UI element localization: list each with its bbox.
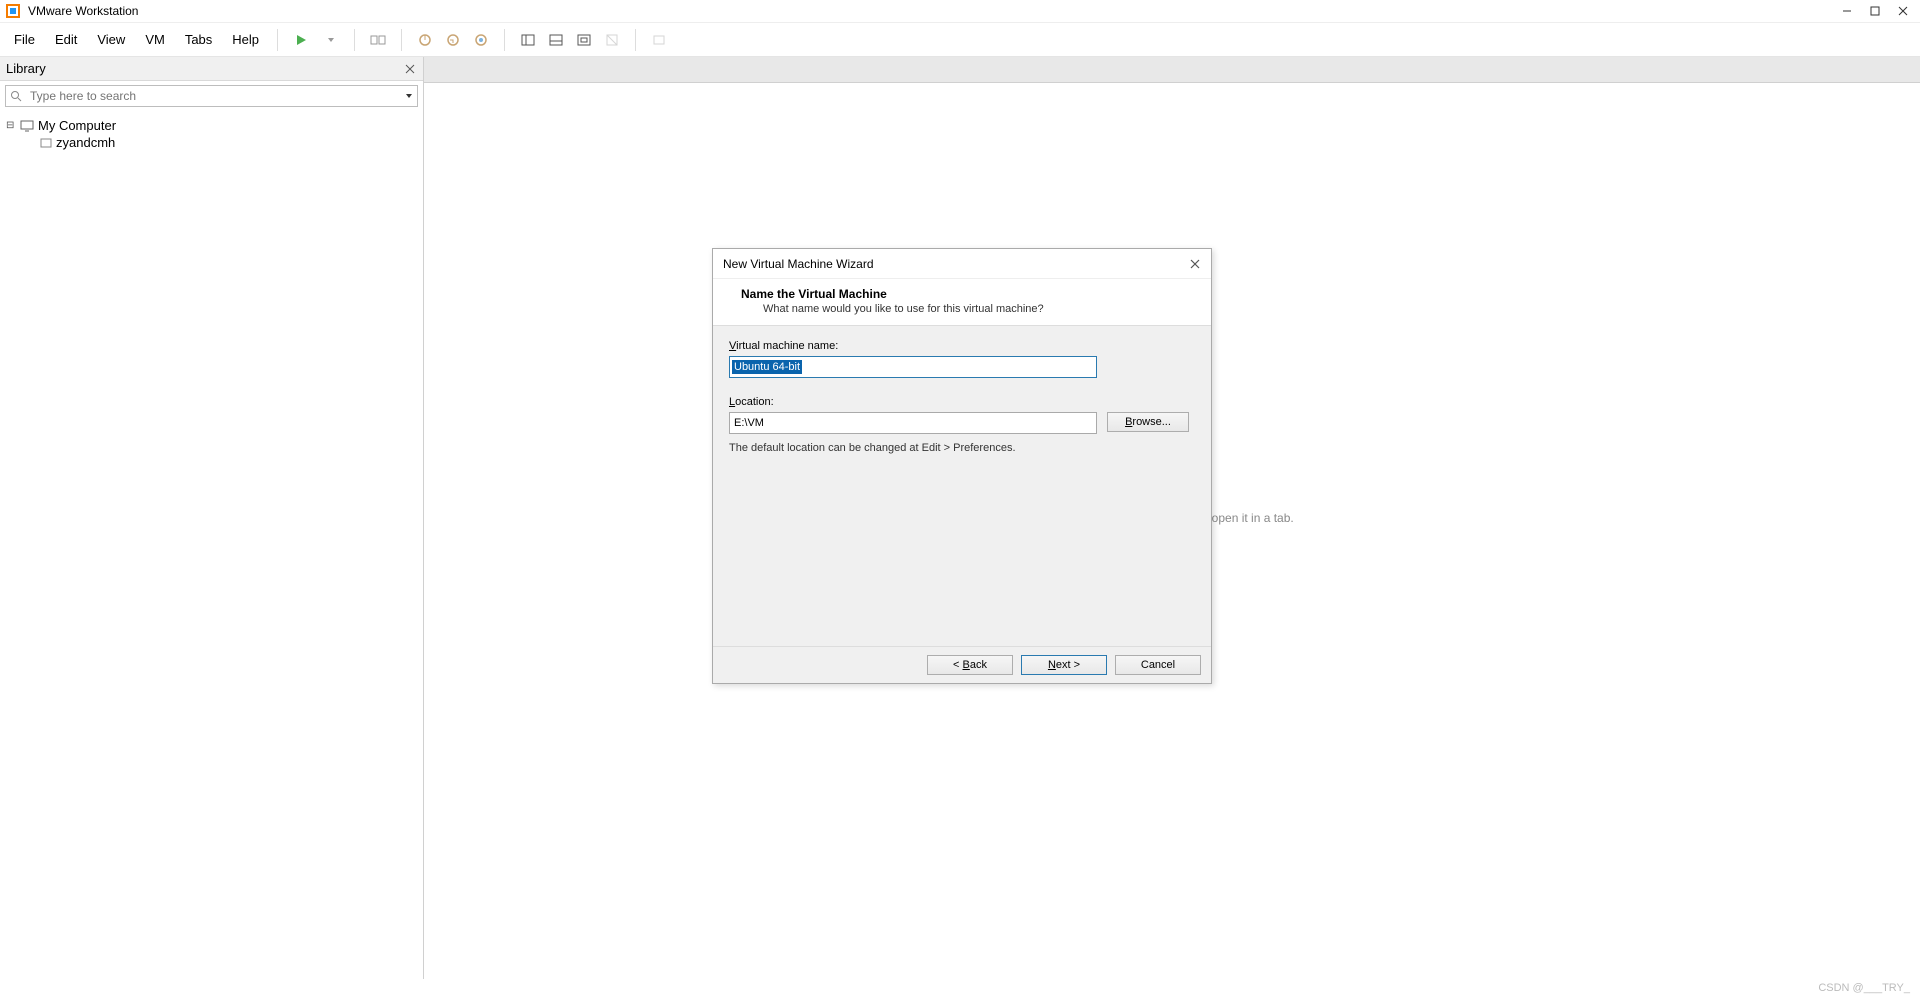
separator xyxy=(504,29,505,51)
menu-edit[interactable]: Edit xyxy=(47,28,85,51)
dialog-heading: Name the Virtual Machine xyxy=(741,287,1197,301)
library-search[interactable] xyxy=(5,85,418,107)
snapshot-revert-icon[interactable] xyxy=(440,27,466,53)
vm-name-value: Ubuntu 64-bit xyxy=(732,360,802,374)
menu-file[interactable]: File xyxy=(6,28,43,51)
menubar: File Edit View VM Tabs Help xyxy=(0,23,1920,57)
location-label: Location: xyxy=(729,396,1195,408)
watermark: CSDN @___TRY_ xyxy=(1818,982,1910,994)
tree-root-label: My Computer xyxy=(38,118,116,133)
view-sidebar-icon[interactable] xyxy=(515,27,541,53)
separator xyxy=(277,29,278,51)
menu-tabs[interactable]: Tabs xyxy=(177,28,220,51)
location-input[interactable] xyxy=(729,412,1097,434)
cancel-button[interactable]: Cancel xyxy=(1115,655,1201,675)
menu-view[interactable]: View xyxy=(89,28,133,51)
snapshot-take-icon[interactable] xyxy=(412,27,438,53)
close-button[interactable] xyxy=(1898,6,1908,16)
dialog-footer: < Back Next > Cancel xyxy=(713,646,1211,683)
separator xyxy=(401,29,402,51)
vm-name-label: Virtual machine name: xyxy=(729,340,1195,352)
vm-icon xyxy=(40,137,52,149)
view-unity-icon[interactable] xyxy=(599,27,625,53)
view-bottom-icon[interactable] xyxy=(543,27,569,53)
tree-vm-label: zyandcmh xyxy=(56,135,115,150)
back-button[interactable]: < Back xyxy=(927,655,1013,675)
tree-root[interactable]: ⊟ My Computer xyxy=(6,117,417,134)
browse-button[interactable]: Browse... xyxy=(1107,412,1189,432)
tree-vm-item[interactable]: zyandcmh xyxy=(6,134,417,151)
library-tree: ⊟ My Computer zyandcmh xyxy=(0,111,423,157)
app-icon xyxy=(6,4,20,18)
library-title: Library xyxy=(6,61,46,76)
connect-icon[interactable] xyxy=(365,27,391,53)
separator xyxy=(635,29,636,51)
play-dropdown[interactable] xyxy=(318,27,344,53)
titlebar: VMware Workstation xyxy=(0,0,1920,23)
app-title: VMware Workstation xyxy=(28,4,138,18)
tabstrip xyxy=(424,57,1920,83)
search-input[interactable] xyxy=(28,88,328,104)
snapshot-manager-icon[interactable] xyxy=(468,27,494,53)
menu-help[interactable]: Help xyxy=(224,28,267,51)
location-note: The default location can be changed at E… xyxy=(729,442,1195,454)
library-close-icon[interactable] xyxy=(405,64,415,74)
library-header: Library xyxy=(0,57,423,81)
search-dropdown-icon[interactable] xyxy=(405,92,413,100)
collapse-icon[interactable]: ⊟ xyxy=(6,120,16,131)
maximize-button[interactable] xyxy=(1870,6,1880,16)
view-fullscreen-icon[interactable] xyxy=(571,27,597,53)
menu-vm[interactable]: VM xyxy=(137,28,173,51)
dialog-header: Name the Virtual Machine What name would… xyxy=(713,279,1211,326)
next-button[interactable]: Next > xyxy=(1021,655,1107,675)
dialog-title: New Virtual Machine Wizard xyxy=(723,257,874,271)
library-panel: Library ⊟ My Computer xyxy=(0,57,424,979)
separator xyxy=(354,29,355,51)
search-icon xyxy=(10,90,22,102)
dialog-body: Virtual machine name: Ubuntu 64-bit Loca… xyxy=(713,326,1211,646)
footer: CSDN @___TRY_ xyxy=(0,979,1920,997)
computer-icon xyxy=(20,120,34,132)
dialog-close-icon[interactable] xyxy=(1189,258,1201,270)
view-console-icon[interactable] xyxy=(646,27,672,53)
dialog-titlebar: New Virtual Machine Wizard xyxy=(713,249,1211,279)
vm-name-input[interactable]: Ubuntu 64-bit xyxy=(729,356,1097,378)
minimize-button[interactable] xyxy=(1842,6,1852,16)
play-icon[interactable] xyxy=(288,27,314,53)
dialog-subheading: What name would you like to use for this… xyxy=(741,301,1197,315)
new-vm-wizard-dialog: New Virtual Machine Wizard Name the Virt… xyxy=(712,248,1212,684)
